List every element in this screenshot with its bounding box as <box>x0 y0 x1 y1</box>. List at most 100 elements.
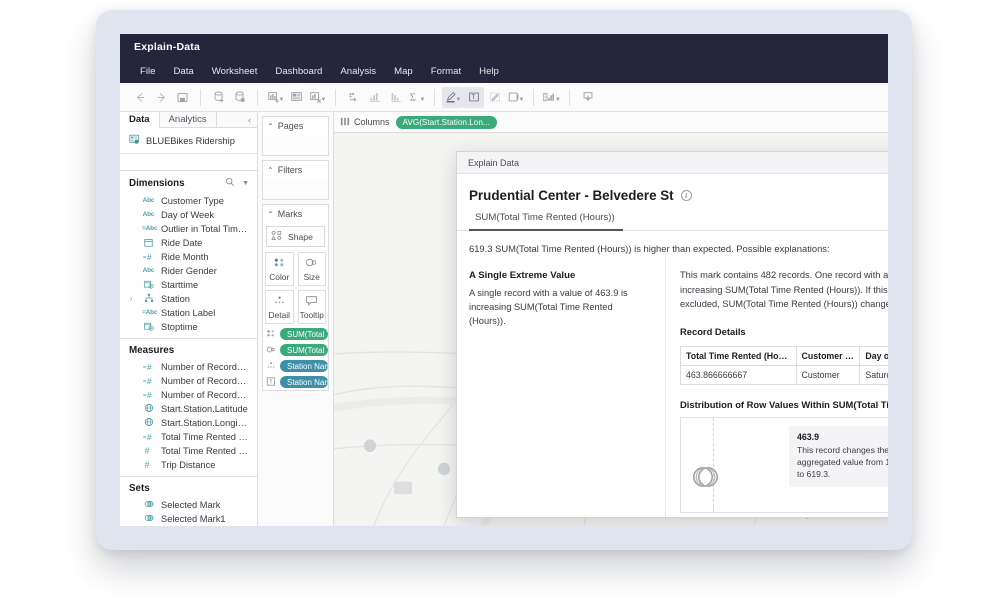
field-label: Number of Records in ... <box>161 390 249 400</box>
show-labels-icon[interactable]: T <box>463 87 484 108</box>
mark-pill-label[interactable]: SUM(Total T... <box>280 328 328 340</box>
marks-size-button[interactable]: Size <box>298 252 327 286</box>
menu-data[interactable]: Data <box>164 64 202 79</box>
chevron-right-icon[interactable]: › <box>130 296 132 303</box>
mark-pill-label[interactable]: Station Nam... <box>280 376 328 388</box>
chevron-up-icon[interactable]: ⌃ <box>267 122 274 131</box>
show-me-icon[interactable]: ▼ <box>541 87 562 108</box>
mark-type-selector[interactable]: Shape <box>266 226 325 247</box>
field-number-of-records-2[interactable]: =# Number of Records in ... <box>120 374 257 388</box>
marks-header[interactable]: ⌃ Marks <box>263 205 328 223</box>
columns-pill[interactable]: AVG(Start.Station.Lon... <box>396 116 497 129</box>
abc-icon: Abc <box>142 268 155 275</box>
mark-pill-label[interactable]: Station Nam... <box>280 360 328 372</box>
field-station-label[interactable]: =Abc Station Label <box>120 306 257 320</box>
tab-data[interactable]: Data <box>120 112 160 128</box>
marks-detail-button[interactable]: Detail <box>265 290 294 324</box>
sort-descending-icon[interactable] <box>385 87 406 108</box>
menu-analysis[interactable]: Analysis <box>331 64 385 79</box>
sort-ascending-icon[interactable] <box>364 87 385 108</box>
field-ride-month[interactable]: =# Ride Month <box>120 250 257 264</box>
chevron-down-icon[interactable]: ▼ <box>420 97 426 103</box>
chevron-down-icon[interactable]: ▼ <box>279 97 285 103</box>
presentation-mode-icon[interactable]: ▼ <box>505 87 526 108</box>
col-customer-type[interactable]: Customer Type <box>796 346 860 365</box>
menu-map[interactable]: Map <box>385 64 422 79</box>
chevron-up-icon[interactable]: ⌃ <box>267 210 274 219</box>
col-total-time-rented[interactable]: Total Time Rented (Hours) <box>681 346 797 365</box>
data-source-item[interactable]: BLUEBikes Ridership <box>120 128 257 154</box>
field-starttime[interactable]: Starttime <box>120 278 257 292</box>
chevron-left-icon[interactable]: ‹ <box>242 112 257 127</box>
mark-pill-label[interactable]: SUM(Total T... <box>280 344 328 356</box>
menu-help[interactable]: Help <box>470 64 508 79</box>
marks-detail-label: Detail <box>269 310 290 320</box>
field-outlier-in-total-time[interactable]: =Abc Outlier in Total Time R... <box>120 222 257 236</box>
chevron-down-icon[interactable]: ▼ <box>321 97 327 103</box>
highlight-icon[interactable]: ▼ <box>442 87 463 108</box>
tab-analytics[interactable]: Analytics <box>160 112 217 127</box>
chevron-up-icon[interactable]: ⌃ <box>267 166 274 175</box>
filters-shelf[interactable] <box>263 179 328 199</box>
mark-pill-row[interactable]: SUM(Total T... <box>263 342 328 358</box>
clear-sheet-icon[interactable]: ▼ <box>307 87 328 108</box>
forward-icon[interactable] <box>151 87 172 108</box>
field-customer-type[interactable]: Abc Customer Type <box>120 194 257 208</box>
explanation-heading[interactable]: A Single Extreme Value <box>469 270 651 281</box>
chevron-down-icon[interactable]: ▼ <box>242 180 249 187</box>
field-stoptime[interactable]: Stoptime <box>120 320 257 334</box>
pages-shelf[interactable] <box>263 135 328 155</box>
field-total-time-rented-hours[interactable]: =# Total Time Rented (Ho... <box>120 430 257 444</box>
shelves-column: ⌃ Pages ⌃ Filters ⌃ Marks <box>258 112 334 526</box>
distribution-chart[interactable]: 463.9 This record changes the aggregated… <box>680 417 888 513</box>
field-rider-gender[interactable]: Abc Rider Gender <box>120 264 257 278</box>
download-icon[interactable] <box>577 87 598 108</box>
calc-number-icon: =# <box>142 252 155 263</box>
pages-header[interactable]: ⌃ Pages <box>263 117 328 135</box>
field-ride-date[interactable]: Ride Date <box>120 236 257 250</box>
new-worksheet-icon[interactable]: ▼ <box>265 87 286 108</box>
mark-pill-row[interactable]: T Station Nam... <box>263 374 328 390</box>
field-trip-distance[interactable]: # Trip Distance <box>120 458 257 472</box>
field-number-of-records-3[interactable]: =# Number of Records in ... <box>120 388 257 402</box>
field-total-time-rented-minutes[interactable]: # Total Time Rented (Mi... <box>120 444 257 458</box>
chevron-down-icon[interactable]: ▼ <box>555 97 561 103</box>
menu-format[interactable]: Format <box>422 64 470 79</box>
add-data-source-icon[interactable] <box>208 87 229 108</box>
chevron-down-icon[interactable]: ▼ <box>456 97 462 103</box>
refresh-data-source-icon[interactable] <box>229 87 250 108</box>
col-day-of-week[interactable]: Day of Week <box>860 346 888 365</box>
field-start-station-longitude[interactable]: Start.Station.Longitude <box>120 416 257 430</box>
save-icon[interactable] <box>172 87 193 108</box>
search-icon[interactable] <box>225 177 235 190</box>
fix-axes-icon[interactable] <box>484 87 505 108</box>
new-dashboard-icon[interactable] <box>286 87 307 108</box>
marks-color-button[interactable]: Color <box>265 252 294 286</box>
tab-sum-total-time-rented[interactable]: SUM(Total Time Rented (Hours)) <box>469 212 623 231</box>
undo-redo-icon[interactable] <box>343 87 364 108</box>
toolbar-divider <box>434 89 435 106</box>
field-start-station-latitude[interactable]: Start.Station.Latitude <box>120 402 257 416</box>
data-pane-spacer <box>120 154 257 171</box>
color-icon <box>266 329 276 340</box>
columns-shelf[interactable]: Columns AVG(Start.Station.Lon... <box>334 112 888 133</box>
menu-file[interactable]: File <box>131 64 164 79</box>
totals-icon[interactable]: Σ ▼ <box>406 87 427 108</box>
menu-dashboard[interactable]: Dashboard <box>266 64 331 79</box>
chevron-down-icon[interactable]: ▼ <box>519 97 525 103</box>
explain-data-titlebar: Explain Data ✕ <box>457 152 888 174</box>
field-selected-mark1[interactable]: Selected Mark1 <box>120 512 257 526</box>
field-selected-mark[interactable]: Selected Mark <box>120 498 257 512</box>
field-station[interactable]: › Station <box>120 292 257 306</box>
field-number-of-records-1[interactable]: =# Number of Records in ... <box>120 360 257 374</box>
table-row: 463.866666667 Customer Saturday 0 <box>681 365 889 384</box>
field-day-of-week[interactable]: Abc Day of Week <box>120 208 257 222</box>
size-icon <box>266 345 276 356</box>
mark-pill-row[interactable]: SUM(Total T... <box>263 326 328 342</box>
back-icon[interactable] <box>130 87 151 108</box>
menu-worksheet[interactable]: Worksheet <box>203 64 267 79</box>
filters-header[interactable]: ⌃ Filters <box>263 161 328 179</box>
info-icon[interactable]: i <box>681 190 692 201</box>
marks-tooltip-button[interactable]: Tooltip <box>298 290 327 324</box>
mark-pill-row[interactable]: Station Nam... <box>263 358 328 374</box>
